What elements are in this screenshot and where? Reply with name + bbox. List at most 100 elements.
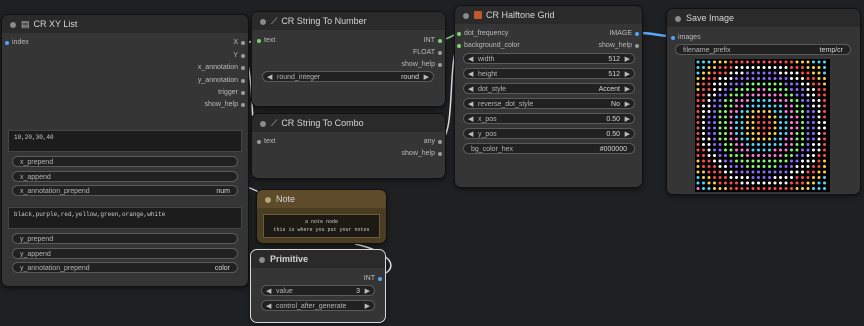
x-prepend-field[interactable]: x_prepend [12,156,238,167]
dot-style-combo[interactable]: ◀ dot_style Accent ▶ [463,83,635,94]
control-after-generate-combo[interactable]: ◀ control_after_generate increment ▶ [261,300,375,311]
node-save-image[interactable]: Save Image images filename_prefix temp/cr [667,9,860,194]
output-slot-x[interactable]: X [233,37,245,48]
value-stepper[interactable]: ◀ value 3 ▶ [261,285,375,296]
input-socket[interactable] [457,31,461,36]
collapse-dot-icon[interactable] [259,256,265,263]
arrow-right-icon[interactable]: ▶ [625,129,630,138]
collapse-dot-icon[interactable] [260,120,266,127]
output-slot-y-annotation[interactable]: y_annotation [198,75,245,86]
input-slot-text[interactable]: text [257,136,275,147]
output-socket[interactable] [241,40,245,45]
input-slot-background-color[interactable]: background_color [457,40,520,51]
output-socket[interactable] [438,38,442,43]
output-slot-any[interactable]: any [424,136,442,147]
x-pos-stepper[interactable]: ◀ x_pos 0.50 ▶ [463,113,635,124]
y-prepend-field[interactable]: y_prepend [12,233,238,244]
collapse-dot-icon[interactable] [10,21,16,28]
node-cr-string-to-combo[interactable]: ⟋ CR String To Combo text any show_help [252,114,445,178]
node-cr-xy-list[interactable]: ▤ CR XY List index X Y x_annotation y_ann… [2,15,248,286]
halftone-dot [806,104,810,108]
node-header[interactable]: Note [257,190,386,208]
node-primitive[interactable]: Primitive INT ◀ value 3 ▶ ◀ control_afte… [251,250,385,322]
output-slot-trigger[interactable]: trigger [218,87,245,98]
arrow-left-icon[interactable]: ◀ [267,72,272,81]
node-header[interactable]: Save Image [667,9,860,27]
arrow-right-icon[interactable]: ▶ [365,301,370,310]
arrow-right-icon[interactable]: ▶ [625,114,630,123]
input-socket[interactable] [5,40,9,45]
node-note[interactable]: Note a note node this is where you put y… [257,190,386,243]
input-socket[interactable] [257,139,261,144]
input-socket[interactable] [457,43,461,48]
output-socket[interactable] [378,276,382,281]
node-header[interactable]: ⟋ CR String To Combo [252,114,445,132]
node-header[interactable]: CR Halftone Grid [455,6,642,24]
node-header[interactable]: Primitive [251,250,385,268]
arrow-right-icon[interactable]: ▶ [424,72,429,81]
output-socket[interactable] [635,31,639,36]
node-cr-halftone-grid[interactable]: CR Halftone Grid dot_frequency backgroun… [455,6,642,187]
output-socket[interactable] [241,53,245,58]
collapse-dot-icon[interactable] [463,12,469,19]
input-slot-index[interactable]: index [5,37,29,48]
height-stepper[interactable]: ◀ height 512 ▶ [463,68,635,79]
output-socket[interactable] [241,90,245,95]
arrow-left-icon[interactable]: ◀ [266,301,271,310]
node-cr-string-to-number[interactable]: ⟋ CR String To Number text INT FLOAT show… [252,12,445,106]
arrow-left-icon[interactable]: ◀ [468,99,473,108]
output-slot-show-help[interactable]: show_help [599,40,639,51]
output-slot-float[interactable]: FLOAT [413,47,442,58]
output-slot-show-help[interactable]: show_help [402,59,442,70]
arrow-right-icon[interactable]: ▶ [625,69,630,78]
output-socket[interactable] [438,50,442,55]
arrow-right-icon[interactable]: ▶ [625,84,630,93]
output-slot-x-annotation[interactable]: x_annotation [198,62,245,73]
width-stepper[interactable]: ◀ width 512 ▶ [463,53,635,64]
y-annotation-prepend-field[interactable]: y_annotation_prepend color [12,262,238,273]
input-socket[interactable] [257,38,261,43]
output-socket[interactable] [438,151,442,156]
input-socket[interactable] [671,35,675,40]
arrow-left-icon[interactable]: ◀ [468,114,473,123]
output-socket[interactable] [635,43,639,48]
filename-prefix-field[interactable]: filename_prefix temp/cr [675,44,851,55]
arrow-right-icon[interactable]: ▶ [365,286,370,295]
input-slot-dot-frequency[interactable]: dot_frequency [457,28,508,39]
node-header[interactable]: ▤ CR XY List [2,15,248,33]
collapse-dot-icon[interactable] [265,196,271,203]
x-values-textarea[interactable]: 10,20,30,40 [8,130,242,152]
output-socket[interactable] [438,62,442,67]
output-slot-show-help[interactable]: show_help [402,148,442,159]
output-slot-int[interactable]: INT [424,35,442,46]
collapse-dot-icon[interactable] [260,18,266,25]
output-socket[interactable] [438,139,442,144]
y-pos-stepper[interactable]: ◀ y_pos 0.50 ▶ [463,128,635,139]
output-slot-int[interactable]: INT [364,273,382,284]
output-socket[interactable] [241,102,245,107]
bg-color-hex-field[interactable]: bg_color_hex #000000 [463,143,635,154]
node-header[interactable]: ⟋ CR String To Number [252,12,445,30]
output-socket[interactable] [241,78,245,83]
arrow-right-icon[interactable]: ▶ [625,54,630,63]
x-annotation-prepend-field[interactable]: x_annotation_prepend num [12,185,238,196]
output-slot-show-help[interactable]: show_help [205,99,245,110]
reverse-dot-style-combo[interactable]: ◀ reverse_dot_style No ▶ [463,98,635,109]
collapse-dot-icon[interactable] [675,15,681,22]
output-slot-image[interactable]: IMAGE [609,28,639,39]
arrow-left-icon[interactable]: ◀ [468,69,473,78]
y-values-textarea[interactable]: black,purple,red,yellow,green,orange,whi… [8,207,242,229]
y-append-field[interactable]: y_append [12,248,238,259]
input-slot-images[interactable]: images [671,32,701,43]
arrow-left-icon[interactable]: ◀ [468,129,473,138]
arrow-right-icon[interactable]: ▶ [625,99,630,108]
round-integer-combo[interactable]: ◀ round_integer round ▶ [262,71,434,82]
note-textarea[interactable]: a note node this is where you put your n… [263,214,380,238]
x-append-field[interactable]: x_append [12,171,238,182]
input-slot-text[interactable]: text [257,35,275,46]
output-socket[interactable] [241,65,245,70]
output-slot-y[interactable]: Y [233,50,245,61]
arrow-left-icon[interactable]: ◀ [266,286,271,295]
arrow-left-icon[interactable]: ◀ [468,84,473,93]
arrow-left-icon[interactable]: ◀ [468,54,473,63]
